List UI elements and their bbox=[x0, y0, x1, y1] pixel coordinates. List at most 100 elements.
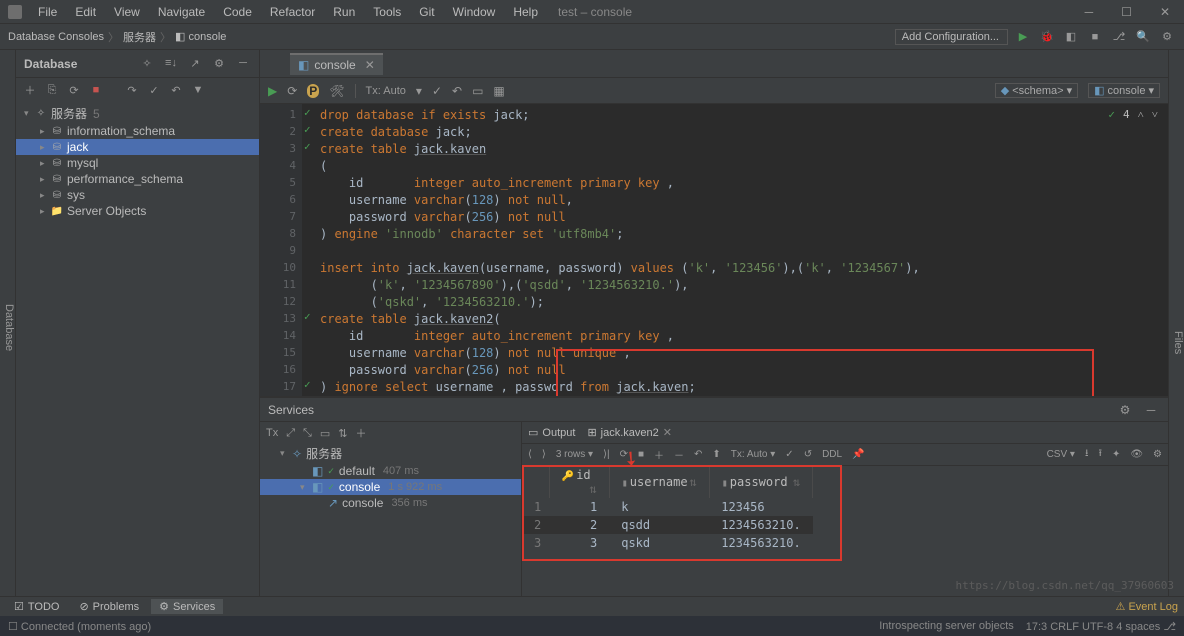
settings-icon-ed[interactable]: 🛠 bbox=[329, 84, 344, 98]
refresh-icon[interactable]: ≡↓ bbox=[163, 57, 179, 70]
next-page-icon[interactable]: ⟩ bbox=[542, 449, 546, 460]
stop-icon-tree[interactable]: ■ bbox=[88, 84, 104, 96]
stop-icon[interactable]: ■ bbox=[1086, 31, 1104, 43]
result-grid[interactable]: ➘ 🔑id⇅▮username⇅▮password⇅11k12345622qsd… bbox=[522, 466, 1168, 552]
menu-window[interactable]: Window bbox=[445, 3, 504, 21]
breadcrumb-part[interactable]: Database Consoles bbox=[8, 31, 104, 43]
rollback-icon[interactable]: ↶ bbox=[168, 84, 184, 97]
execute-icon[interactable]: ▶ bbox=[268, 84, 277, 98]
add-service-icon[interactable]: ＋ bbox=[355, 425, 366, 441]
db-node-sys[interactable]: ▸⛁sys bbox=[16, 187, 259, 203]
bottom-tab-problems[interactable]: ⊘Problems bbox=[71, 599, 147, 614]
chevron-up-icon[interactable]: ˄ bbox=[1138, 108, 1144, 121]
table-row[interactable]: 11k123456 bbox=[522, 498, 813, 516]
ddl-button[interactable]: DDL bbox=[822, 449, 842, 460]
svc-tab-jack.kaven2[interactable]: ⊞jack.kaven2✕ bbox=[587, 426, 672, 439]
close-button[interactable]: ✕ bbox=[1154, 5, 1176, 19]
tx-dropdown-icon[interactable]: ▾ bbox=[416, 84, 422, 98]
left-tool-stripe[interactable]: Database bbox=[0, 50, 16, 596]
menu-navigate[interactable]: Navigate bbox=[150, 3, 213, 21]
event-log-button[interactable]: ⚠ Event Log bbox=[1116, 600, 1178, 613]
stop-data-icon[interactable]: ■ bbox=[638, 449, 644, 460]
collapse-icon[interactable]: ⤡ bbox=[303, 427, 312, 440]
remove-row-icon[interactable]: － bbox=[674, 447, 684, 462]
tx-mode-data[interactable]: Tx: Auto ▾ bbox=[731, 449, 776, 460]
last-page-icon[interactable]: ⟩| bbox=[603, 449, 610, 460]
sql-editor[interactable]: 123456789101112131415161718 ✓✓✓✓✓✓ drop … bbox=[260, 104, 1168, 396]
svc-item-console[interactable]: ▾◧✓console1 s 922 ms bbox=[260, 479, 521, 495]
plus-icon[interactable]: ＋ bbox=[22, 82, 38, 98]
commit-icon[interactable]: ✓ bbox=[146, 84, 162, 97]
tx-mode[interactable]: Tx: Auto bbox=[366, 85, 406, 97]
submit-icon[interactable]: ⬆ bbox=[712, 449, 720, 460]
sync-icon[interactable]: ⟳ bbox=[66, 84, 82, 97]
menu-refactor[interactable]: Refactor bbox=[262, 3, 323, 21]
col-id[interactable]: 🔑id⇅ bbox=[549, 466, 609, 498]
db-node-Server Objects[interactable]: ▸📁Server Objects bbox=[16, 203, 259, 219]
table-row[interactable]: 33qskd1234563210. bbox=[522, 534, 813, 552]
hide-icon[interactable]: ─ bbox=[235, 57, 251, 70]
col-password[interactable]: ▮password⇅ bbox=[709, 466, 812, 498]
params-icon[interactable]: ▦ bbox=[493, 84, 504, 98]
menu-git[interactable]: Git bbox=[411, 3, 442, 21]
db-node-performance_schema[interactable]: ▸⛁performance_schema bbox=[16, 171, 259, 187]
commit-data-icon[interactable]: ✓ bbox=[785, 449, 793, 460]
rollback-data-icon[interactable]: ↺ bbox=[804, 449, 812, 460]
menu-file[interactable]: File bbox=[30, 3, 65, 21]
table-row[interactable]: 22qsdd1234563210. bbox=[522, 516, 813, 534]
db-root[interactable]: ▾✧服务器5 bbox=[16, 104, 259, 123]
settings-icon[interactable]: ⚙ bbox=[1158, 30, 1176, 43]
history-icon[interactable]: ⟳ bbox=[287, 84, 297, 98]
reload-icon[interactable]: ⟳ bbox=[620, 449, 628, 460]
revert-icon[interactable]: ↶ bbox=[694, 449, 702, 460]
services-hide-icon[interactable]: ─ bbox=[1142, 403, 1160, 417]
debug-icon[interactable]: 🐞 bbox=[1038, 30, 1056, 43]
jump-icon[interactable]: ↗ bbox=[187, 57, 203, 70]
menu-help[interactable]: Help bbox=[505, 3, 546, 21]
prev-page-icon[interactable]: ⟨ bbox=[528, 449, 532, 460]
breadcrumb-part[interactable]: ◧ console bbox=[175, 30, 226, 43]
bottom-tab-todo[interactable]: ☑TODO bbox=[6, 599, 67, 614]
data-settings-icon[interactable]: ⚙ bbox=[1153, 449, 1162, 460]
layout-icon[interactable]: ▭ bbox=[320, 427, 330, 440]
menu-tools[interactable]: Tools bbox=[365, 3, 409, 21]
chevron-down-icon[interactable]: ˅ bbox=[1152, 108, 1158, 121]
svc-child[interactable]: ↗console356 ms bbox=[260, 495, 521, 511]
output-icon[interactable]: ▭ bbox=[472, 84, 483, 98]
menu-view[interactable]: View bbox=[106, 3, 148, 21]
menu-edit[interactable]: Edit bbox=[67, 3, 104, 21]
expand-icon[interactable]: ⤢ bbox=[286, 427, 295, 440]
console-selector[interactable]: ◧console▾ bbox=[1088, 83, 1160, 98]
eye-icon[interactable]: 👁 bbox=[1130, 449, 1143, 460]
svc-root[interactable]: ▾✧服务器 bbox=[260, 444, 521, 463]
db-node-mysql[interactable]: ▸⛁mysql bbox=[16, 155, 259, 171]
menu-run[interactable]: Run bbox=[325, 3, 363, 21]
db-node-jack[interactable]: ▸⛁jack bbox=[16, 139, 259, 155]
schema-selector[interactable]: ◆<schema>▾ bbox=[995, 83, 1078, 98]
svc-item-default[interactable]: ◧✓default407 ms bbox=[260, 463, 521, 479]
commit-ed-icon[interactable]: ✓ bbox=[432, 84, 442, 98]
new-datasource-icon[interactable]: ✧ bbox=[139, 57, 155, 70]
search-icon[interactable]: 🔍 bbox=[1134, 30, 1152, 43]
git-icon[interactable]: ⎇ bbox=[1110, 30, 1128, 43]
tab-close-icon[interactable]: ✕ bbox=[365, 58, 375, 72]
svc-tab-Output[interactable]: ▭Output bbox=[528, 426, 575, 439]
breadcrumb-part[interactable]: 服务器 bbox=[123, 29, 156, 45]
execute-plan-icon[interactable]: P bbox=[307, 84, 319, 98]
gear-icon[interactable]: ⚙ bbox=[211, 57, 227, 70]
close-icon[interactable]: ✕ bbox=[663, 426, 672, 439]
bottom-tab-services[interactable]: ⚙Services bbox=[151, 599, 223, 614]
col-username[interactable]: ▮username⇅ bbox=[609, 466, 709, 498]
add-row-icon[interactable]: ＋ bbox=[654, 447, 664, 462]
download-icon[interactable]: ⭳ bbox=[1085, 446, 1089, 463]
rollback-ed-icon[interactable]: ↶ bbox=[452, 84, 462, 98]
redo-icon[interactable]: ↷ bbox=[124, 84, 140, 97]
view-mode-icon[interactable]: ✦ bbox=[1112, 449, 1120, 460]
run-configuration-dropdown[interactable]: Add Configuration... bbox=[895, 29, 1008, 45]
editor-tab-console[interactable]: ◧ console ✕ bbox=[290, 53, 383, 75]
pin-icon[interactable]: 📌 bbox=[852, 449, 864, 460]
run-icon[interactable]: ▶ bbox=[1014, 30, 1032, 43]
tx-icon[interactable]: Tx bbox=[266, 427, 278, 439]
minimize-button[interactable]: ─ bbox=[1079, 5, 1100, 19]
copy-icon[interactable]: ⎘ bbox=[44, 84, 60, 97]
